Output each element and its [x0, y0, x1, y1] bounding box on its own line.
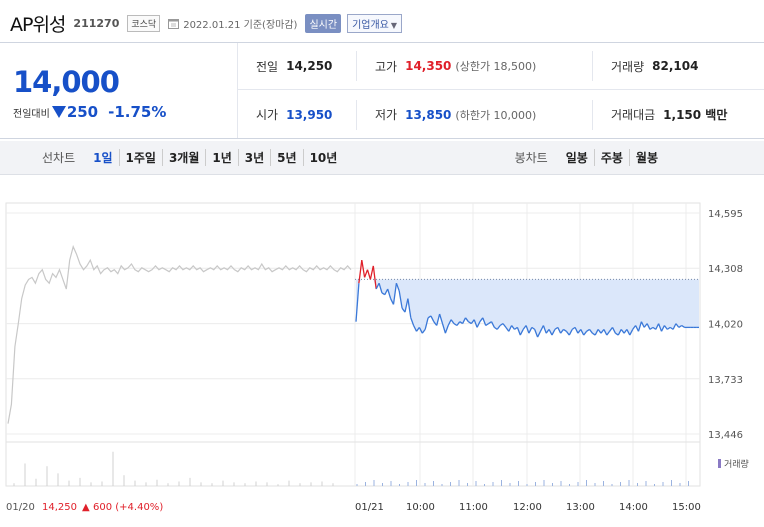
x-tick-label: 12:00 [513, 502, 542, 513]
current-price: 14,000 [13, 65, 120, 99]
intraday-chart: 14,595 14,308 14,020 13,733 13,446 거래량 01/20 14… [0, 176, 764, 527]
volume-value: 82,104 [652, 59, 699, 73]
candle-chart-label: 봉차트 [514, 151, 548, 165]
plot-frame [5, 202, 701, 487]
candle-period-item[interactable]: 주봉 [593, 149, 629, 166]
y-tick-label: 14,020 [708, 320, 743, 331]
period-item[interactable]: 1년 [205, 149, 237, 166]
low-label: 저가 [375, 108, 398, 122]
stock-header: AP위성 211270 코스닥 2022.01.21 기준(장마감) 실시간 기… [10, 10, 403, 36]
market-badge: 코스닥 [127, 14, 161, 32]
y-tick-label: 13,446 [708, 430, 743, 441]
price-area: 14,000 전일대비 250 -1.75% [0, 43, 238, 138]
footer-price: 14,250 [42, 502, 77, 513]
x-tick-label: 15:00 [672, 502, 701, 513]
quote-row-1: 전일 14,250 고가 14,350 (상한가 18,500) 거래량 82,… [238, 43, 764, 90]
prev-close-cell: 전일 14,250 [238, 51, 356, 81]
down-arrow-icon [51, 106, 66, 118]
line-period-items: 1일 1주일 3개월 1년 3년 5년 10년 [87, 149, 343, 166]
period-item[interactable]: 10년 [302, 149, 344, 166]
stock-code: 211270 [73, 16, 120, 30]
amount-value: 1,150 백만 [663, 108, 728, 122]
open-value: 13,950 [286, 107, 333, 122]
y-tick-label: 14,595 [708, 209, 743, 220]
chevron-down-icon: ▼ [390, 20, 398, 30]
upper-limit: (상한가 18,500) [455, 60, 537, 73]
lower-limit: (하한가 10,000) [455, 108, 537, 122]
amount-label: 거래대금 [611, 108, 656, 122]
footer-date: 01/20 [6, 502, 35, 513]
candle-period-item[interactable]: 월봉 [628, 149, 664, 166]
period-bar: 선차트 1일 1주일 3개월 1년 3년 5년 10년 봉차트 일봉 주봉 월봉 [0, 141, 764, 175]
period-item[interactable]: 3년 [237, 149, 270, 166]
volume-legend: 거래량 [724, 458, 749, 470]
base-date: 2022.01.21 기준(장마감) [183, 19, 298, 31]
high-label: 고가 [375, 59, 398, 74]
line-chart-label: 선차트 [42, 151, 76, 165]
change-amount: 250 [66, 103, 99, 121]
open-label: 시가 [256, 108, 279, 122]
high-cell: 고가 14,350 (상한가 18,500) [356, 51, 592, 81]
y-tick-label: 14,308 [708, 264, 743, 275]
x-tick-label: 11:00 [459, 502, 488, 513]
period-item[interactable]: 1일 [87, 149, 118, 166]
low-value: 13,850 [405, 107, 452, 122]
chart-svg: 14,595 14,308 14,020 13,733 13,446 거래량 01/20 14… [5, 202, 749, 513]
volume-legend-swatch [718, 459, 721, 468]
candle-period-items: 일봉 주봉 월봉 [560, 149, 664, 166]
footer-up-arrow: ▲ [82, 502, 90, 513]
volume-label: 거래량 [611, 59, 645, 74]
company-info-label: 기업개요 [352, 19, 389, 31]
period-item[interactable]: 5년 [270, 149, 302, 166]
x-tick-label: 13:00 [566, 502, 595, 513]
amount-cell: 거래대금 1,150 백만 [592, 99, 764, 130]
volume-cell: 거래량 82,104 [592, 51, 764, 81]
x-tick-label: 10:00 [406, 502, 435, 513]
y-tick-label: 13,733 [708, 375, 743, 386]
candle-period-item[interactable]: 일봉 [560, 149, 594, 166]
quote-row-2: 시가 13,950 저가 13,850 (하한가 10,000) 거래대금 1,… [238, 91, 764, 138]
calendar-icon [168, 18, 180, 29]
x-tick-label: 01/21 [355, 502, 384, 513]
realtime-button[interactable]: 실시간 [305, 13, 342, 33]
quote-panel: 14,000 전일대비 250 -1.75% 전일 14,250 고가 14,3… [0, 42, 764, 139]
footer-change: 600 (+4.40%) [93, 502, 163, 513]
low-cell: 저가 13,850 (하한가 10,000) [356, 99, 592, 130]
stock-name: AP위성 [10, 13, 66, 36]
x-tick-label: 14:00 [619, 502, 648, 513]
change-row: 전일대비 250 -1.75% [13, 103, 166, 121]
open-cell: 시가 13,950 [238, 100, 356, 130]
change-label: 전일대비 [13, 108, 50, 120]
high-value: 14,350 [405, 59, 452, 73]
prev-close-value: 14,250 [286, 59, 333, 73]
period-item[interactable]: 1주일 [118, 149, 162, 166]
prev-close-label: 전일 [256, 59, 279, 74]
company-info-button[interactable]: 기업개요 ▼ [347, 13, 403, 33]
change-percent: -1.75% [108, 103, 167, 121]
period-item[interactable]: 3개월 [161, 149, 205, 166]
